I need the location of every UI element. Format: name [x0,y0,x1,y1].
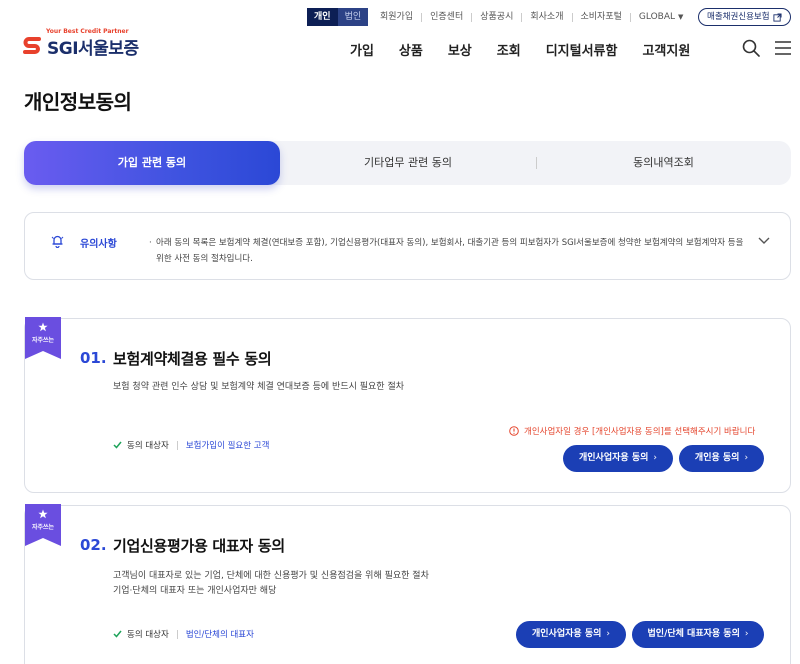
link-cert-center[interactable]: 인증센터 [430,8,463,26]
star-icon [38,509,48,519]
personal-consent-button[interactable]: 개인용 동의 › [679,445,764,472]
target-value: 법인/단체의 대표자 [185,630,254,640]
caret-down-icon: ▼ [678,13,684,21]
notice-text: 아래 동의 목록은 보험계약 체결(연대보증 포함), 기업신용평가(대표자 동… [149,235,746,267]
ribbon-label: 자주쓰는 [31,524,55,531]
favorite-ribbon: 자주쓰는 [25,504,61,546]
divider [176,629,178,639]
sole-proprietor-consent-button[interactable]: 개인사업자용 동의 › [516,621,626,648]
check-icon [113,630,122,638]
alert-circle-icon [509,426,519,436]
favorite-ribbon: 자주쓰는 [25,317,61,359]
chevron-right-icon: › [653,453,657,463]
external-link-icon [773,12,782,22]
sole-proprietor-consent-button[interactable]: 개인사업자용 동의 › [563,445,673,472]
utility-bar: 개인 법인 회원가입 인증센터 상품공시 회사소개 소비자포털 GLOBAL ▼ … [0,8,800,26]
button-label: 개인사업자용 동의 [532,629,602,639]
link-signup[interactable]: 회원가입 [380,8,413,26]
card-title: 기업신용평가용 대표자 동의 [113,537,285,555]
nav-inquiry[interactable]: 조회 [497,40,521,59]
warning-text: 개인사업자일 경우 [개인사업자용 동의]를 선택해주시기 바랍니다 [524,427,756,437]
page-title: 개인정보동의 [24,90,132,114]
consent-card-2: 자주쓰는 02. 기업신용평가용 대표자 동의 고객님이 대표자로 있는 기업,… [24,504,791,664]
consent-target: 동의 대상자 보험가입이 필요한 고객 [113,439,269,451]
chevron-right-icon: › [744,629,749,639]
divider [176,440,178,450]
target-label: 동의 대상자 [127,630,169,640]
chevron-right-icon: › [744,453,749,463]
star-icon [38,322,48,332]
ribbon-label: 자주쓰는 [31,337,55,344]
divider [471,12,473,22]
link-global[interactable]: GLOBAL ▼ [639,8,684,26]
consent-card-1: 자주쓰는 01. 보험계약체결용 필수 동의 보험 청약 관련 인수 상담 및 … [24,317,791,493]
nav-claims[interactable]: 보상 [448,40,472,59]
nav-digital-docs[interactable]: 디지털서류함 [546,40,618,59]
chevron-down-icon[interactable] [758,237,770,245]
link-company[interactable]: 회사소개 [530,8,563,26]
corporate-representative-consent-button[interactable]: 법인/단체 대표자용 동의 › [632,621,764,648]
notice-panel: 유의사항 아래 동의 목록은 보험계약 체결(연대보증 포함), 기업신용평가(… [24,212,791,280]
utility-links: 회원가입 인증센터 상품공시 회사소개 소비자포털 GLOBAL ▼ [380,8,683,26]
consent-target: 동의 대상자 법인/단체의 대표자 [113,628,254,640]
nav-join[interactable]: 가입 [350,40,374,59]
main-nav: 가입 상품 보상 조회 디지털서류함 고객지원 [350,40,715,59]
target-value: 보험가입이 필요한 고객 [185,441,270,451]
card-description: 보험 청약 관련 인수 상담 및 보험계약 체결 연대보증 등에 반드시 필요한… [113,382,405,392]
button-label: 개인사업자용 동의 [579,453,649,463]
notice-label: 유의사항 [80,239,117,250]
warning-message: 개인사업자일 경우 [개인사업자용 동의]를 선택해주시기 바랍니다 [509,425,755,437]
card-description: 고객님이 대표자로 있는 기업, 단체에 대한 신용평가 및 신용점검을 위해 … [113,571,429,581]
divider [521,12,523,22]
consent-tabs: 가입 관련 동의 기타업무 관련 동의 동의내역조회 [24,141,791,185]
card-number: 01. [80,349,107,367]
hamburger-menu-icon[interactable] [775,41,791,55]
trade-credit-insurance-button[interactable]: 매출채권신용보험 [698,8,791,26]
card-number: 02. [80,536,107,554]
button-label: 개인용 동의 [694,453,740,463]
seg-personal[interactable]: 개인 [307,8,338,26]
nav-products[interactable]: 상품 [399,40,423,59]
seg-corporate[interactable]: 법인 [337,8,369,26]
target-label: 동의 대상자 [127,441,169,451]
tab-other-consent[interactable]: 기타업무 관련 동의 [280,141,536,185]
link-product-disclosure[interactable]: 상품공시 [480,8,513,26]
tab-join-consent[interactable]: 가입 관련 동의 [24,141,280,185]
divider [571,12,573,22]
bond-button-label: 매출채권신용보험 [707,12,770,22]
link-consumer-portal[interactable]: 소비자포털 [581,8,622,26]
card-title: 보험계약체결용 필수 동의 [113,350,272,368]
search-icon[interactable] [742,39,760,57]
button-label: 법인/단체 대표자용 동의 [647,629,740,639]
chevron-right-icon: › [606,629,610,639]
sgi-logo-mark-icon [23,37,41,54]
divider [421,12,423,22]
nav-support[interactable]: 고객지원 [642,40,690,59]
tab-consent-history[interactable]: 동의내역조회 [536,141,791,185]
bell-icon [51,235,64,248]
divider [629,12,631,22]
card-description-2: 기업·단체의 대표자 또는 개인사업자만 해당 [113,586,277,596]
global-label: GLOBAL [638,12,676,22]
customer-type-toggle: 개인 법인 [307,8,369,26]
check-icon [113,441,122,449]
logo-name: SGI서울보증 [47,39,139,59]
